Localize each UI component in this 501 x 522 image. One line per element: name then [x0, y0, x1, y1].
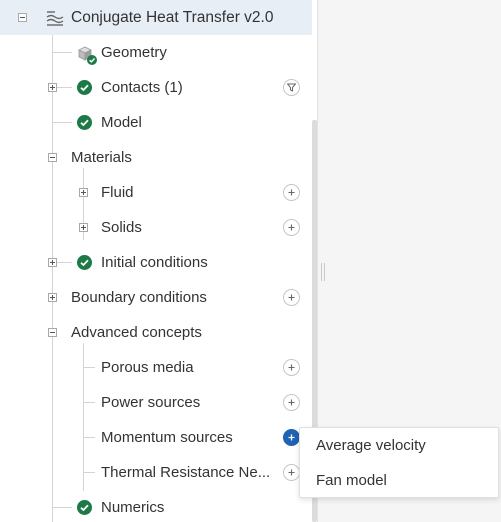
expand-toggle[interactable]	[79, 188, 88, 197]
tree-item-power-sources[interactable]: Power sources	[0, 385, 312, 420]
resize-handle[interactable]	[321, 263, 325, 281]
tree-item-label: Geometry	[101, 44, 167, 61]
check-circle-icon	[77, 500, 92, 515]
tree-item-label: Power sources	[101, 394, 201, 411]
menu-item-fan-model[interactable]: Fan model	[300, 463, 498, 498]
tree-item-label: Momentum sources	[101, 429, 233, 446]
tree-item-boundary-conditions[interactable]: Boundary conditions	[0, 280, 312, 315]
tree-item-momentum-sources[interactable]: Momentum sources	[0, 420, 312, 455]
tree-item-advanced-concepts[interactable]: Advanced concepts	[0, 315, 312, 350]
add-icon[interactable]	[283, 429, 300, 446]
simulation-tree-panel: Conjugate Heat Transfer v2.0 Geometry Co…	[0, 0, 318, 522]
add-icon[interactable]	[283, 219, 300, 236]
expand-toggle[interactable]	[48, 293, 57, 302]
add-icon[interactable]	[283, 289, 300, 306]
expand-toggle[interactable]	[48, 258, 57, 267]
check-circle-icon	[77, 255, 92, 270]
tree-item-label: Boundary conditions	[71, 289, 207, 306]
add-icon[interactable]	[283, 359, 300, 376]
collapse-toggle[interactable]	[48, 328, 57, 337]
tree-item-label: Contacts (1)	[101, 79, 183, 96]
check-circle-icon	[77, 115, 92, 130]
tree-item-initial-conditions[interactable]: Initial conditions	[0, 245, 312, 280]
menu-item-average-velocity[interactable]: Average velocity	[300, 428, 498, 463]
geometry-cube-icon	[76, 44, 98, 66]
tree-item-label: Model	[101, 114, 142, 131]
add-icon[interactable]	[283, 464, 300, 481]
add-icon[interactable]	[283, 394, 300, 411]
tree-item-label: Initial conditions	[101, 254, 208, 271]
check-circle-icon	[77, 80, 92, 95]
tree-item-model[interactable]: Model	[0, 105, 312, 140]
tree-item-numerics[interactable]: Numerics	[0, 490, 312, 522]
expand-toggle[interactable]	[79, 223, 88, 232]
tree-item-label: Advanced concepts	[71, 324, 202, 341]
collapse-toggle[interactable]	[48, 153, 57, 162]
tree-item-contacts[interactable]: Contacts (1)	[0, 70, 312, 105]
expand-toggle[interactable]	[48, 83, 57, 92]
tree-item-root[interactable]: Conjugate Heat Transfer v2.0	[0, 0, 312, 35]
tree-item-geometry[interactable]: Geometry	[0, 35, 312, 70]
tree-item-porous-media[interactable]: Porous media	[0, 350, 312, 385]
tree-item-label: Thermal Resistance Ne...	[101, 464, 271, 481]
collapse-toggle[interactable]	[18, 13, 27, 22]
tree-item-label: Fluid	[101, 184, 134, 201]
add-momentum-source-menu: Average velocity Fan model	[299, 427, 499, 498]
tree-item-label: Conjugate Heat Transfer v2.0	[71, 9, 274, 26]
simulation-icon	[44, 9, 64, 27]
tree-item-thermal-resistance[interactable]: Thermal Resistance Ne...	[0, 455, 312, 490]
tree-item-solids[interactable]: Solids	[0, 210, 312, 245]
tree-item-fluid[interactable]: Fluid	[0, 175, 312, 210]
tree-item-label: Solids	[101, 219, 142, 236]
tree-item-label: Materials	[71, 149, 132, 166]
tree-item-label: Numerics	[101, 499, 165, 516]
filter-icon[interactable]	[283, 79, 300, 96]
tree-item-materials[interactable]: Materials	[0, 140, 312, 175]
tree-item-label: Porous media	[101, 359, 194, 376]
add-icon[interactable]	[283, 184, 300, 201]
